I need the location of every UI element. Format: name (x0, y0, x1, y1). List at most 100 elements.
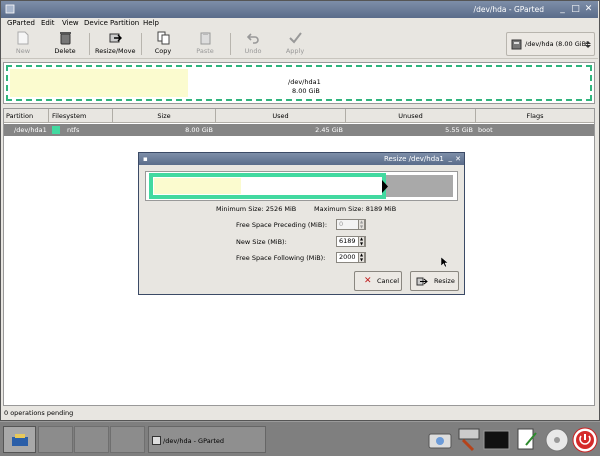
cell-size: 8.00 GiB (185, 126, 213, 134)
column-header-flags[interactable]: Flags (476, 109, 594, 123)
gparted-app-icon (152, 436, 161, 445)
taskbar: /dev/hda - GParted (0, 421, 600, 456)
dialog-menu-icon[interactable]: ▪ (143, 153, 148, 165)
maximum-size-label: Maximum Size: 8189 MiB (314, 205, 397, 213)
table-header: Partition Filesystem Size Used Unused Fl… (4, 109, 594, 123)
resize-graph (145, 171, 458, 201)
chevron-updown-icon (585, 41, 591, 48)
cell-unused: 5.55 GiB (445, 126, 473, 134)
maximize-icon[interactable]: □ (570, 4, 581, 15)
resize-dialog: ▪ Resize /dev/hda1 _ ✕ Minimum Size: 252… (138, 152, 465, 295)
harddisk-icon (511, 39, 522, 50)
copy-button[interactable]: Copy (151, 31, 175, 58)
menu-device[interactable]: Device (84, 18, 108, 29)
terminal-tray-icon[interactable] (482, 425, 512, 454)
copy-label: Copy (154, 47, 172, 55)
device-selector[interactable]: /dev/hda (8.00 GiB) (506, 32, 595, 56)
trash-icon (59, 32, 71, 45)
resize-handle-right-icon[interactable] (382, 180, 388, 193)
menu-partition[interactable]: Partition (110, 18, 139, 29)
cancel-label: Cancel (377, 277, 400, 285)
paste-button[interactable]: Paste (193, 31, 217, 58)
resize-button[interactable]: Resize (410, 271, 459, 291)
new-size-stepper[interactable]: ▲ ▼ (358, 236, 365, 247)
dialog-title: Resize /dev/hda1 (384, 155, 444, 163)
workspace-2[interactable] (74, 426, 109, 453)
cancel-button[interactable]: ✕ Cancel (354, 271, 402, 291)
new-button[interactable]: New (11, 31, 35, 58)
menubar: GParted Edit View Device Partition Help (1, 18, 598, 29)
dialog-minimize-icon[interactable]: _ (449, 152, 453, 164)
taskbar-task-gparted[interactable]: /dev/hda - GParted (148, 426, 266, 453)
network-tray-icon[interactable] (426, 425, 456, 454)
delete-label: Delete (54, 47, 76, 55)
status-bar: 0 operations pending (1, 406, 598, 420)
column-header-filesystem[interactable]: Filesystem (49, 109, 113, 123)
undo-label: Undo (244, 47, 262, 55)
disk-graph: /dev/hda1 8.00 GiB (3, 62, 595, 104)
following-stepper[interactable]: ▲ ▼ (358, 252, 365, 263)
free-space-following-bar (386, 175, 453, 197)
resize-label: Resize (434, 277, 455, 285)
copy-icon (157, 31, 169, 45)
start-menu-icon (12, 434, 28, 446)
menu-help[interactable]: Help (143, 18, 159, 29)
preceding-stepper[interactable]: ▲ ▼ (358, 219, 365, 230)
preceding-label: Free Space Preceding (MiB): (236, 221, 328, 229)
cell-filesystem: ntfs (67, 126, 80, 134)
taskbar-task-label: /dev/hda - GParted (163, 437, 225, 445)
table-row[interactable]: /dev/hda1 ntfs 8.00 GiB 2.45 GiB 5.55 Gi… (4, 124, 594, 136)
mouse-cursor-icon (441, 257, 448, 267)
minimum-size-label: Minimum Size: 2526 MiB (216, 205, 297, 213)
window-titlebar[interactable]: /dev/hda - GParted _ □ ✕ (1, 1, 598, 18)
menu-gparted[interactable]: GParted (7, 18, 35, 29)
following-label: Free Space Following (MiB): (236, 254, 326, 262)
power-icon[interactable] (570, 425, 600, 454)
used-space-bar (10, 69, 188, 97)
dialog-close-icon[interactable]: ✕ (455, 153, 461, 165)
device-selector-label: /dev/hda (8.00 GiB) (525, 40, 589, 48)
workspace-3[interactable] (110, 426, 145, 453)
column-header-used[interactable]: Used (216, 109, 346, 123)
dialog-used-space-bar (154, 178, 241, 194)
toolbar-separator (89, 33, 90, 55)
new-label: New (15, 47, 31, 55)
workspace-1[interactable] (38, 426, 73, 453)
paste-icon (200, 32, 210, 45)
window-menu-icon[interactable] (5, 4, 15, 14)
cell-used: 2.45 GiB (315, 126, 343, 134)
resize-move-button[interactable]: Resize/Move (95, 31, 135, 58)
column-header-size[interactable]: Size (113, 109, 216, 123)
cd-tray-icon[interactable] (542, 425, 572, 454)
menu-view[interactable]: View (62, 18, 79, 29)
partition-size: 8.00 GiB (292, 87, 320, 95)
new-icon (17, 31, 29, 45)
toolbar-separator (141, 33, 142, 55)
filesystem-color-swatch (52, 126, 60, 134)
resize-move-icon (416, 277, 428, 286)
undo-button[interactable]: Undo (241, 31, 265, 58)
toolbar-separator (230, 33, 231, 55)
status-text: 0 operations pending (4, 409, 74, 417)
column-header-unused[interactable]: Unused (346, 109, 476, 123)
cell-partition: /dev/hda1 (14, 126, 47, 134)
delete-button[interactable]: Delete (51, 31, 79, 58)
apply-checkmark-icon (288, 32, 302, 44)
window-title: /dev/hda - GParted (473, 5, 544, 14)
new-size-label: New Size (MiB): (236, 238, 287, 246)
undo-icon (246, 33, 259, 44)
cancel-x-icon: ✕ (364, 276, 372, 286)
partition-graph-hda1[interactable]: /dev/hda1 8.00 GiB (6, 65, 592, 101)
menu-edit[interactable]: Edit (41, 18, 55, 29)
dialog-titlebar[interactable]: ▪ Resize /dev/hda1 _ ✕ (139, 153, 464, 165)
close-icon[interactable]: ✕ (583, 4, 594, 15)
minimize-icon[interactable]: _ (557, 4, 568, 15)
paste-label: Paste (196, 47, 214, 55)
start-menu-button[interactable] (3, 426, 36, 453)
apply-label: Apply (285, 47, 305, 55)
text-editor-tray-icon[interactable] (512, 425, 542, 454)
partition-resize-bar[interactable] (149, 173, 386, 199)
apply-button[interactable]: Apply (283, 31, 307, 58)
column-header-partition[interactable]: Partition (4, 109, 49, 123)
tools-tray-icon[interactable] (455, 425, 485, 454)
